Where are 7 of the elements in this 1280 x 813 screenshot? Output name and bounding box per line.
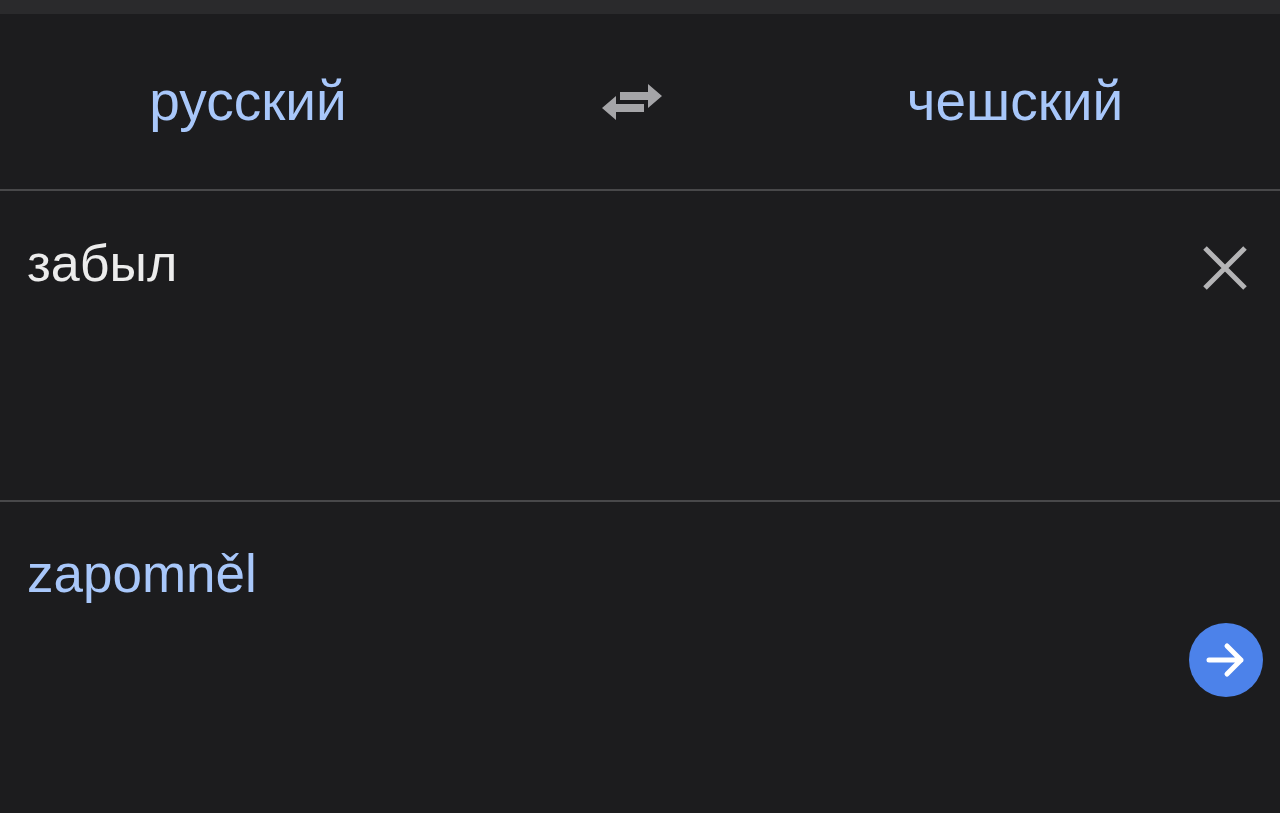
translation-text: zapomněl [27,543,257,605]
close-icon [1202,245,1248,291]
arrow-right-icon [1206,641,1246,678]
input-field[interactable]: забыл [27,232,1202,295]
target-language-button[interactable]: чешский [898,66,1132,137]
source-language-button[interactable]: русский [141,66,355,137]
close-button[interactable] [1202,245,1248,291]
